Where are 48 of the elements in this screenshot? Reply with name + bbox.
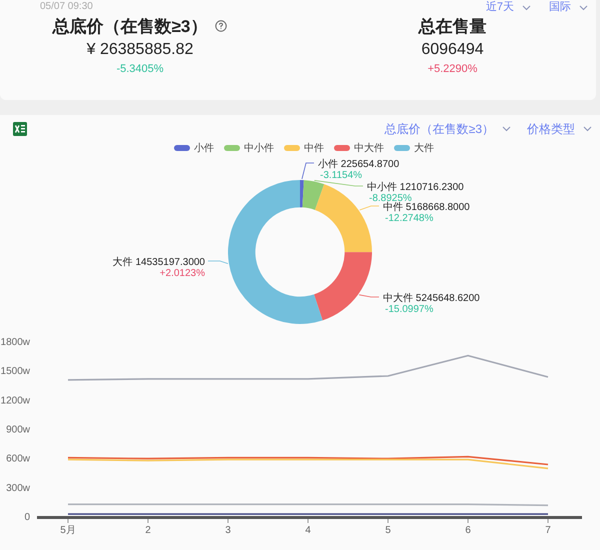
legend-label: 中件 [304, 142, 324, 155]
timestamp: 05/07 09:30 [40, 1, 93, 13]
axis-label: 6 [465, 525, 471, 536]
caret-icon [502, 126, 511, 132]
help-icon[interactable] [215, 20, 228, 32]
axis-label: 900w [6, 424, 30, 436]
caret-icon [522, 4, 531, 10]
change-percent: -12.2748% [385, 213, 434, 224]
stat-value: ¥ 26385885.82 [86, 40, 194, 60]
axis-label: 1200w [0, 395, 30, 406]
axis-label: 1500w [0, 366, 30, 378]
axis-label: 7 [545, 525, 551, 536]
axis-label: 1800w [0, 337, 30, 348]
axis-label: 4 [305, 525, 311, 536]
slice-label: 中件 5168668.8000 [383, 202, 470, 213]
chart-dropdown[interactable]: 总底价（在售数≥3） [384, 122, 511, 136]
spreadsheet-icon[interactable] [13, 122, 27, 136]
axis-label: 5月 [60, 525, 76, 536]
filter-dropdown[interactable]: 近7天 [486, 1, 531, 14]
change-percent: +2.0123% [160, 268, 205, 279]
legend-label: 中小件 [244, 142, 274, 155]
filter-dropdown[interactable]: 国际 [549, 1, 588, 14]
axis-label: 0 [24, 512, 30, 523]
slice-label: 中大件 5245648.6200 [383, 293, 480, 304]
caret-icon [579, 4, 588, 10]
legend-label: 小件 [194, 142, 214, 155]
axis-label: 3 [225, 525, 231, 536]
leader-line [358, 294, 380, 298]
leader-line [208, 260, 228, 264]
change-percent: +5.2290% [428, 63, 478, 75]
stat-value: 6096494 [421, 40, 484, 60]
legend-label: 中大件 [354, 142, 384, 155]
legend-label: 大件 [414, 142, 434, 155]
change-percent: -15.0997% [385, 304, 434, 315]
caret-icon [583, 126, 592, 132]
slice-label: 大件 14535197.3000 [112, 257, 205, 268]
slice-label: 中小件 1210716.2300 [367, 182, 464, 193]
stat-title: 总底价（在售数≥3） [52, 16, 208, 38]
axis-label: 600w [6, 454, 30, 465]
change-percent: -3.1154% [320, 170, 362, 181]
slice-label: 小件 225654.8700 [318, 159, 400, 170]
chart-dropdown[interactable]: 价格类型 [527, 122, 592, 136]
axis-label: 300w [6, 482, 30, 494]
change-percent: -5.3405% [116, 63, 164, 75]
axis-label: 2 [145, 525, 151, 536]
axis-label: 5 [385, 525, 391, 536]
stat-title: 总在售量 [418, 16, 486, 38]
leader-line [359, 206, 380, 210]
